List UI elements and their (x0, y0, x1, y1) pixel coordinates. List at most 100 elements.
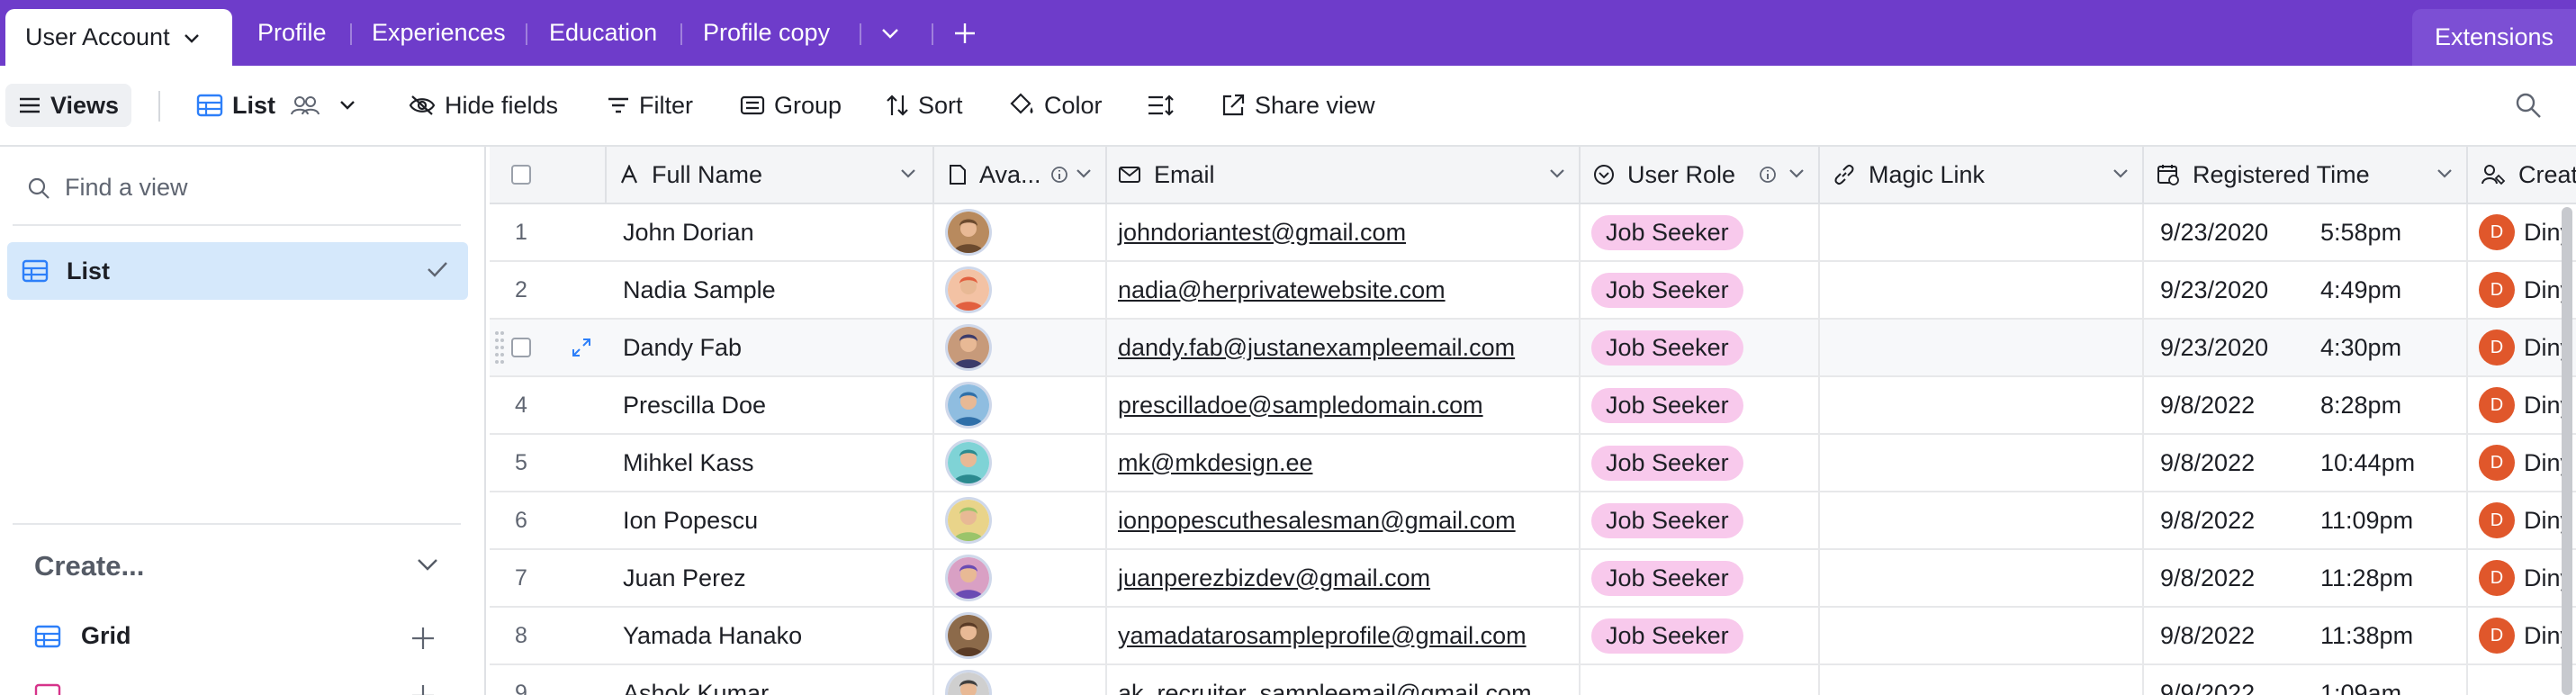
full-name-cell[interactable]: Mihkel Kass (607, 435, 934, 491)
chevron-down-icon[interactable] (899, 167, 917, 180)
filter-button[interactable]: Filter (607, 66, 693, 145)
chevron-down-icon[interactable] (1548, 167, 1566, 180)
color-button[interactable]: Color (1008, 66, 1103, 145)
plus-icon[interactable] (410, 626, 436, 651)
avatar-cell[interactable] (934, 608, 1107, 663)
table-row[interactable]: 9 Ashok Kumar ak_recruiter_sampleemail@gma… (490, 665, 2576, 695)
avatar[interactable] (945, 497, 992, 544)
avatar[interactable] (945, 324, 992, 371)
avatar-cell[interactable] (934, 262, 1107, 318)
extensions-button[interactable]: Extensions (2412, 9, 2576, 66)
table-row[interactable]: 5 Mihkel Kass mk@mkdesign.ee Job Seeker 9/8/… (490, 435, 2576, 492)
find-view-input[interactable]: Find a view (27, 174, 188, 202)
magic-link-cell[interactable] (1820, 377, 2144, 433)
column-header-created-by[interactable]: Create (2468, 147, 2576, 203)
table-row[interactable]: Dandy Fab dandy.fab@justanexampleemail.co… (490, 320, 2576, 377)
avatar-cell[interactable] (934, 435, 1107, 491)
email-link[interactable]: dandy.fab@justanexampleemail.com (1118, 334, 1515, 362)
more-tabs-button[interactable] (880, 0, 900, 66)
avatar-cell[interactable] (934, 550, 1107, 606)
email-link[interactable]: prescilladoe@sampledomain.com (1118, 392, 1483, 420)
row-checkbox[interactable] (511, 338, 531, 357)
chevron-down-icon[interactable] (1788, 167, 1806, 180)
avatar[interactable] (945, 612, 992, 659)
user-role-cell[interactable]: Job Seeker (1581, 608, 1820, 663)
table-row[interactable]: 8 Yamada Hanako yamadatarosampleprofile@gm… (490, 608, 2576, 665)
avatar-cell[interactable] (934, 320, 1107, 375)
chevron-down-icon[interactable] (2112, 167, 2130, 180)
add-table-button[interactable] (952, 0, 977, 66)
magic-link-cell[interactable] (1820, 608, 2144, 663)
email-cell[interactable]: nadia@herprivatewebsite.com (1107, 262, 1581, 318)
magic-link-cell[interactable] (1820, 665, 2144, 695)
view-switcher[interactable]: List (196, 66, 356, 145)
tab-profile-copy[interactable]: Profile copy (703, 0, 830, 66)
full-name-cell[interactable]: Juan Perez (607, 550, 934, 606)
email-link[interactable]: nadia@herprivatewebsite.com (1118, 276, 1446, 304)
email-cell[interactable]: mk@mkdesign.ee (1107, 435, 1581, 491)
email-cell[interactable]: juanperezbizdev@gmail.com (1107, 550, 1581, 606)
tab-experiences[interactable]: Experiences (372, 0, 506, 66)
email-link[interactable]: ionpopescuthesalesman@gmail.com (1118, 507, 1516, 535)
email-cell[interactable]: johndoriantest@gmail.com (1107, 204, 1581, 260)
full-name-cell[interactable]: Ashok Kumar (607, 665, 934, 695)
chevron-down-icon[interactable] (2436, 167, 2454, 180)
full-name-cell[interactable]: Ion Popescu (607, 492, 934, 548)
user-role-cell[interactable]: Job Seeker (1581, 435, 1820, 491)
sidebar-item-list[interactable]: List (7, 242, 468, 300)
user-role-cell[interactable]: Job Seeker (1581, 492, 1820, 548)
vertical-scrollbar[interactable] (2562, 207, 2572, 695)
email-link[interactable]: yamadatarosampleprofile@gmail.com (1118, 622, 1527, 650)
info-icon[interactable] (1050, 166, 1068, 184)
full-name-cell[interactable]: Yamada Hanako (607, 608, 934, 663)
create-grid-view[interactable]: Grid (34, 622, 131, 650)
table-row[interactable]: 1 John Dorian johndoriantest@gmail.com Job … (490, 204, 2576, 262)
chevron-down-icon[interactable] (1075, 167, 1093, 180)
avatar-cell[interactable] (934, 204, 1107, 260)
full-name-cell[interactable]: Dandy Fab (607, 320, 934, 375)
avatar[interactable] (945, 209, 992, 256)
tab-education[interactable]: Education (549, 0, 657, 66)
magic-link-cell[interactable] (1820, 492, 2144, 548)
tab-profile[interactable]: Profile (257, 0, 327, 66)
email-cell[interactable]: dandy.fab@justanexampleemail.com (1107, 320, 1581, 375)
magic-link-cell[interactable] (1820, 204, 2144, 260)
avatar[interactable] (945, 555, 992, 601)
hide-fields-button[interactable]: Hide fields (409, 66, 558, 145)
email-link[interactable]: johndoriantest@gmail.com (1118, 219, 1406, 247)
avatar[interactable] (945, 266, 992, 313)
avatar[interactable] (945, 670, 992, 695)
user-role-cell[interactable] (1581, 665, 1820, 695)
full-name-cell[interactable]: Nadia Sample (607, 262, 934, 318)
user-role-cell[interactable]: Job Seeker (1581, 204, 1820, 260)
search-button[interactable] (2515, 66, 2542, 145)
group-button[interactable]: Group (740, 66, 842, 145)
table-row[interactable]: 4 Prescilla Doe prescilladoe@sampledomain.… (490, 377, 2576, 435)
table-row[interactable]: 6 Ion Popescu ionpopescuthesalesman@gmail.… (490, 492, 2576, 550)
table-row[interactable]: 2 Nadia Sample nadia@herprivatewebsite.com… (490, 262, 2576, 320)
magic-link-cell[interactable] (1820, 435, 2144, 491)
share-view-button[interactable]: Share view (1220, 66, 1375, 145)
email-link[interactable]: juanperezbizdev@gmail.com (1118, 564, 1430, 592)
email-link[interactable]: mk@mkdesign.ee (1118, 449, 1313, 477)
column-header-email[interactable]: Email (1107, 147, 1581, 203)
magic-link-cell[interactable] (1820, 262, 2144, 318)
email-cell[interactable]: ak_recruiter_sampleemail@gmail.com (1107, 665, 1581, 695)
email-cell[interactable]: ionpopescuthesalesman@gmail.com (1107, 492, 1581, 548)
drag-handle-icon[interactable] (495, 329, 504, 366)
full-name-cell[interactable]: John Dorian (607, 204, 934, 260)
user-role-cell[interactable]: Job Seeker (1581, 262, 1820, 318)
views-button[interactable]: Views (5, 84, 132, 127)
chevron-down-icon[interactable] (416, 557, 439, 572)
info-icon[interactable] (1759, 166, 1777, 184)
email-cell[interactable]: yamadatarosampleprofile@gmail.com (1107, 608, 1581, 663)
full-name-cell[interactable]: Prescilla Doe (607, 377, 934, 433)
plus-icon[interactable] (410, 683, 436, 695)
avatar-cell[interactable] (934, 492, 1107, 548)
user-role-cell[interactable]: Job Seeker (1581, 320, 1820, 375)
column-header-registered-time[interactable]: Registered Time (2144, 147, 2468, 203)
column-header-magic-link[interactable]: Magic Link (1820, 147, 2144, 203)
email-link[interactable]: ak_recruiter_sampleemail@gmail.com (1118, 680, 1532, 695)
column-header-user-role[interactable]: User Role (1581, 147, 1820, 203)
avatar-cell[interactable] (934, 377, 1107, 433)
